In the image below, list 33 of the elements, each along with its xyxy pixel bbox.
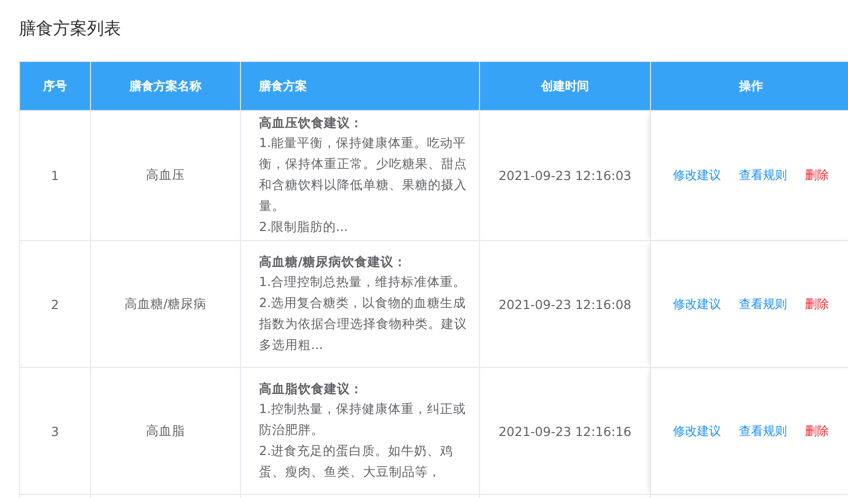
plan-text: 1.能量平衡，保持健康体重。吃动平衡，保持体重正常。少吃糖果、甜点和含糖饮料以降低单糖、果糖的摄入量。 <box>259 134 468 215</box>
plan-heading: 高血糖/糖尿病饮食建议： <box>259 253 408 271</box>
action-link[interactable]: 查看规则 <box>739 422 787 440</box>
plan-text: 2.进食充足的蛋白质。如牛奶、鸡蛋、瘦肉、鱼类、大豆制品等， <box>259 442 454 481</box>
table-cell: 2021-09-23 12:16:16 <box>480 368 650 494</box>
table-cell: 3 <box>20 368 90 494</box>
table-cell: 高血压 <box>90 110 240 240</box>
action-link[interactable]: 查看规则 <box>739 296 787 312</box>
table-cell: 2021-09-23 12:16:03 <box>480 110 650 240</box>
delete-link[interactable]: 删除 <box>805 296 829 312</box>
column-header: 操作 <box>650 62 848 110</box>
plan-text: 1.合理控制总热量，维持标准体重。 <box>259 273 467 291</box>
table-cell: 高血脂 <box>90 368 240 494</box>
plan-heading: 高血压饮食建议： <box>259 114 364 132</box>
column-header: 膳食方案 <box>240 62 480 110</box>
plan-heading: 高血脂饮食建议： <box>259 380 364 398</box>
table-cell: 2021-09-23 12:16:08 <box>480 240 650 368</box>
delete-link[interactable]: 删除 <box>805 422 829 440</box>
action-link[interactable]: 查看规则 <box>739 167 787 184</box>
column-header: 膳食方案名称 <box>90 62 240 110</box>
page-title: 膳食方案列表 <box>19 18 122 41</box>
delete-link[interactable]: 删除 <box>805 167 829 184</box>
column-header: 序号 <box>20 62 90 110</box>
action-link[interactable]: 修改建议 <box>673 422 721 440</box>
table-cell: 2 <box>20 240 90 368</box>
plan-text: 2.限制脂肪的... <box>259 218 349 236</box>
table-cell: 1 <box>20 110 90 240</box>
column-header: 创建时间 <box>480 62 650 110</box>
plan-text: 2.选用复合糖类，以食物的血糖生成指数为依据合理选择食物种类。建议多选用粗... <box>259 294 468 354</box>
plan-text: 1.控制热量，保持健康体重，纠正或防治肥胖。 <box>259 400 467 439</box>
table-cell: 高血糖/糖尿病 <box>90 240 240 368</box>
action-link[interactable]: 修改建议 <box>673 167 721 184</box>
action-link[interactable]: 修改建议 <box>673 296 721 312</box>
